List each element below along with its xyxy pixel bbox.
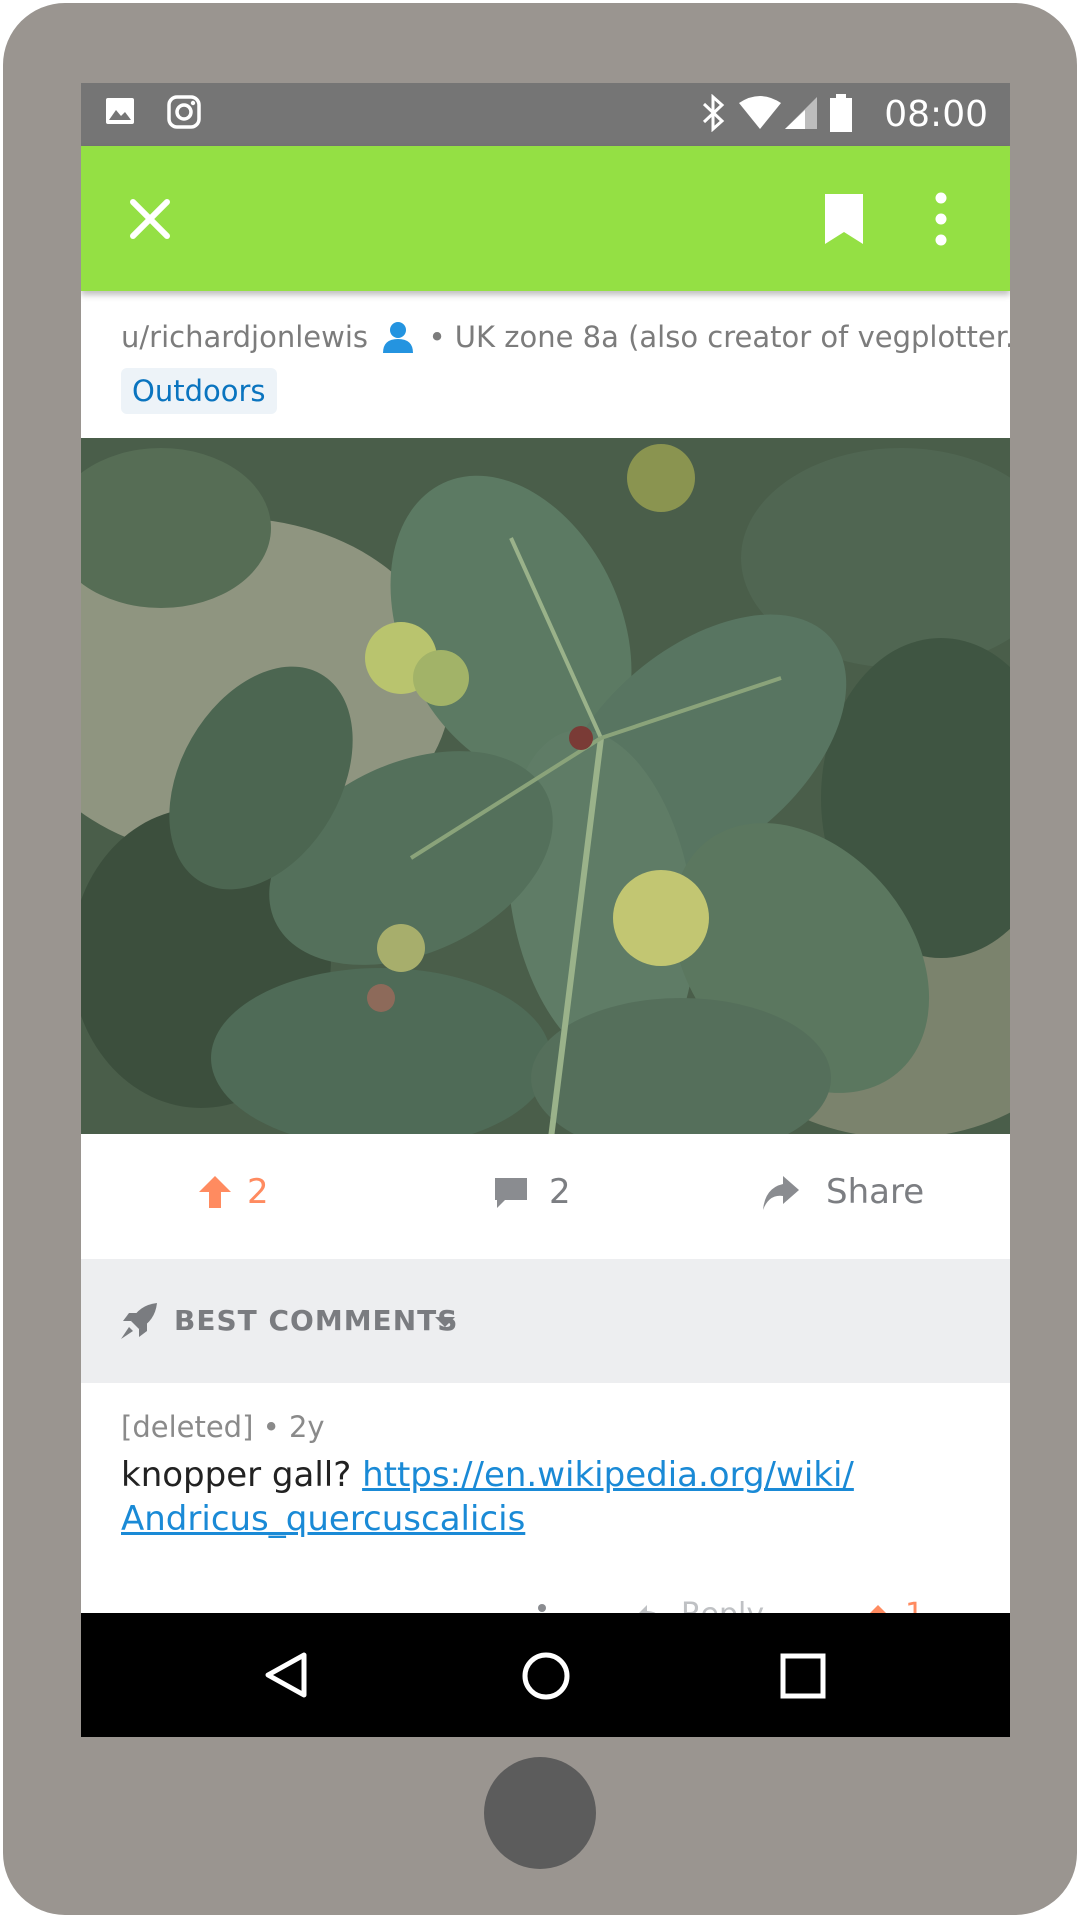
- upvote-count: 2: [247, 1172, 269, 1212]
- status-bar: 08:00: [81, 83, 1010, 146]
- phone-home-button[interactable]: [484, 1757, 596, 1869]
- chevron-down-icon[interactable]: [433, 1315, 457, 1329]
- post-author[interactable]: u/richardjonlewis: [121, 320, 368, 354]
- post-toolbar: [81, 146, 1010, 291]
- comment-count: 2: [549, 1172, 571, 1212]
- close-icon[interactable]: [129, 198, 171, 240]
- post-meta: u/richardjonlewis • UK zone 8a (also cre…: [121, 313, 1010, 357]
- home-icon[interactable]: [521, 1651, 571, 1701]
- user-icon: [383, 322, 414, 353]
- post-action-bar: 2 2 Share: [81, 1134, 1010, 1259]
- wifi-icon: [739, 96, 781, 129]
- comment-age: • 2y: [262, 1410, 325, 1444]
- bookmark-icon[interactable]: [821, 192, 867, 246]
- phone-frame: 08:00 burst u/richardjonlewis: [3, 3, 1077, 1915]
- status-time: 08:00: [884, 94, 988, 135]
- image-icon: [106, 98, 134, 124]
- share-icon[interactable]: [761, 1172, 801, 1212]
- recents-icon[interactable]: [780, 1653, 826, 1699]
- post-image[interactable]: [81, 438, 1010, 1134]
- system-nav-bar: [81, 1613, 1010, 1737]
- signal-icon: [785, 97, 817, 129]
- comment-icon[interactable]: [493, 1176, 529, 1210]
- upvote-icon[interactable]: [197, 1174, 233, 1210]
- comment-meta: [deleted] • 2y: [121, 1409, 325, 1445]
- more-vert-icon[interactable]: [933, 190, 949, 248]
- comment-body: knopper gall? https://en.wikipedia.org/w…: [121, 1453, 941, 1541]
- bluetooth-icon: [702, 94, 725, 132]
- battery-icon: [830, 94, 852, 132]
- share-button[interactable]: Share: [826, 1172, 924, 1212]
- phone-screen: 08:00 burst u/richardjonlewis: [81, 83, 1010, 1737]
- link-flair[interactable]: Outdoors: [121, 368, 277, 414]
- comment-text: knopper gall?: [121, 1455, 352, 1495]
- user-flair: • UK zone 8a (also creator of vegplotter…: [428, 320, 1010, 354]
- instagram-icon: [167, 95, 201, 129]
- back-icon[interactable]: [264, 1651, 308, 1699]
- rocket-icon: [121, 1303, 157, 1339]
- comment-author: [deleted]: [121, 1410, 254, 1444]
- comment-sort-bar[interactable]: BEST COMMENTS: [81, 1259, 1010, 1383]
- sort-label[interactable]: BEST COMMENTS: [174, 1303, 458, 1339]
